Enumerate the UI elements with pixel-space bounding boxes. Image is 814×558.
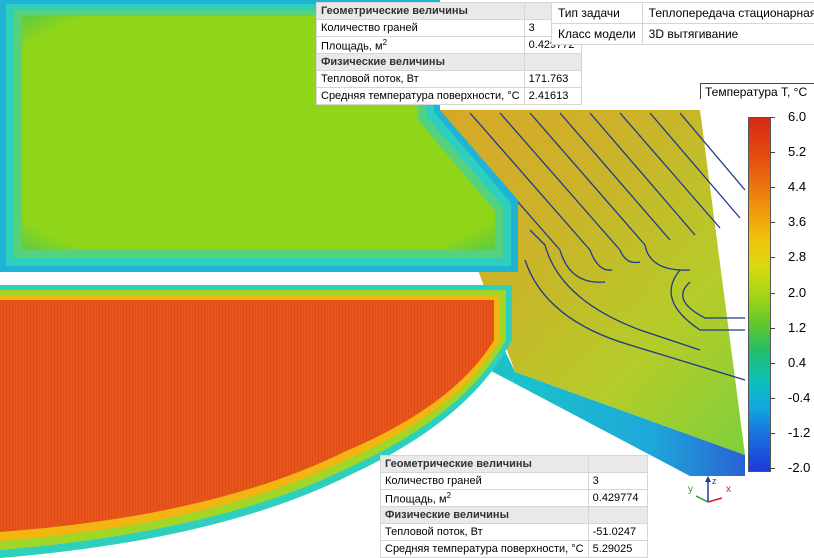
legend-tick-mark	[770, 432, 775, 434]
model-class-label: Класс модели	[551, 23, 643, 45]
legend-tick-mark	[770, 117, 775, 118]
task-type-value: Теплопередача стационарная	[641, 2, 814, 24]
faces-value: 3	[587, 472, 648, 490]
legend-tick-label: 2.0	[788, 284, 807, 300]
temp-label: Средняя температура поверхности, °С	[380, 540, 589, 558]
task-type-label: Тип задачи	[551, 2, 643, 24]
faces-label: Количество граней	[380, 472, 589, 490]
flux-value: -51.0247	[587, 523, 648, 541]
legend-tick-label: -2.0	[788, 460, 811, 475]
legend-tick-mark	[770, 468, 775, 469]
flux-label: Тепловой поток, Вт	[316, 70, 525, 88]
legend-title: Температура T, °С	[700, 83, 814, 99]
legend-tick-mark	[770, 362, 775, 364]
legend-tick-label: 5.2	[788, 144, 807, 160]
flux-value: 171.763	[523, 70, 582, 88]
legend-tick-label: -1.2	[788, 424, 811, 440]
legend-tick-mark	[770, 257, 775, 259]
legend-tick-label: 3.6	[788, 214, 807, 230]
area-value: 0.429774	[587, 489, 648, 507]
area-label: Площадь, м2	[380, 489, 589, 507]
legend-tick-mark	[770, 152, 775, 154]
legend-tick-label: 4.4	[788, 179, 807, 195]
z-axis-label: z	[712, 476, 717, 486]
temp-value: 5.29025	[587, 540, 648, 558]
top-face-properties: Геометрические величины Количество гране…	[316, 2, 582, 105]
flux-label: Тепловой поток, Вт	[380, 523, 589, 541]
legend-tick-label: 6.0	[788, 109, 807, 124]
legend-tick-label: -0.4	[788, 389, 811, 405]
legend-tick-mark	[770, 327, 775, 329]
y-axis-line	[695, 495, 709, 503]
phys-header: Физические величины	[316, 53, 525, 71]
legend-tick-mark	[770, 292, 775, 294]
task-info-table: Тип задачи Теплопередача стационарная Кла…	[551, 2, 814, 45]
legend-tick-mark	[770, 222, 775, 224]
bottom-face-properties: Геометрические величины Количество гране…	[380, 455, 648, 558]
x-axis-line	[707, 497, 723, 503]
phys-header: Физические величины	[380, 506, 589, 524]
legend-tick-label: 0.4	[788, 354, 807, 370]
color-scale-bar	[748, 117, 771, 472]
temp-label: Средняя температура поверхности, °С	[316, 87, 525, 105]
model-class-value: 3D вытягивание	[641, 23, 814, 45]
legend-tick-mark	[770, 397, 775, 399]
geom-header: Геометрические величины	[380, 455, 589, 473]
axes-triad-icon[interactable]: x y z	[686, 474, 736, 508]
legend-tick-label: 2.8	[788, 249, 807, 265]
x-axis-label: x	[726, 484, 731, 495]
temp-value: 2.41613	[523, 87, 582, 105]
legend-tick-mark	[770, 187, 775, 189]
legend-tick-label: 1.2	[788, 319, 807, 335]
faces-label: Количество граней	[316, 19, 525, 37]
y-axis-label: y	[688, 484, 693, 495]
area-label: Площадь, м2	[316, 36, 525, 54]
geom-header: Геометрические величины	[316, 2, 525, 20]
